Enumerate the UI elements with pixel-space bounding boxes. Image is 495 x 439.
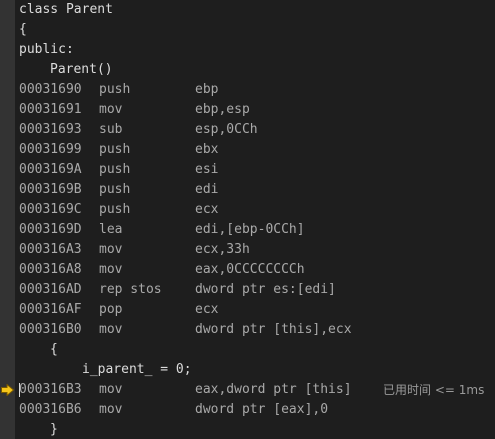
asm-opcode: mov [99, 262, 123, 277]
brace: { [19, 22, 27, 37]
asm-address: 000316B6 [19, 402, 82, 417]
asm-operands: esp,0CCh [195, 122, 258, 137]
asm-operands: dword ptr es:[edi] [195, 282, 336, 297]
asm-address: 000316A3 [19, 242, 82, 257]
asm-opcode: mov [99, 102, 123, 117]
asm-opcode: push [99, 202, 131, 217]
asm-opcode: lea [99, 222, 123, 237]
asm-address: 0003169C [19, 202, 82, 217]
asm-line[interactable]: 000316A3 mov ecx,33h [19, 240, 495, 260]
asm-operands: ecx [195, 202, 219, 217]
asm-opcode: pop [99, 302, 123, 317]
asm-opcode: mov [99, 322, 123, 337]
asm-line[interactable]: 000316B0 mov dword ptr [this],ecx [19, 320, 495, 340]
asm-address: 0003169A [19, 162, 82, 177]
asm-address: 000316B3 [19, 382, 82, 397]
asm-address: 0003169D [19, 222, 82, 237]
asm-operands: ecx,33h [195, 242, 250, 257]
asm-opcode: push [99, 162, 131, 177]
source-line: } [19, 420, 495, 439]
asm-address: 000316AD [19, 282, 82, 297]
asm-opcode: sub [99, 122, 123, 137]
class-declaration: class Parent [19, 2, 113, 17]
asm-line[interactable]: 00031690 push ebp [19, 80, 495, 100]
asm-line[interactable]: 00031699 push ebx [19, 140, 495, 160]
asm-address: 000316A8 [19, 262, 82, 277]
asm-line[interactable]: 0003169D lea edi,[ebp-0CCh] [19, 220, 495, 240]
asm-operands: ebx [195, 142, 219, 157]
source-line: { [19, 340, 495, 360]
asm-address: 0003169B [19, 182, 82, 197]
asm-operands: eax,0CCCCCCCCh [195, 262, 305, 277]
asm-operands: ebp,esp [195, 102, 250, 117]
asm-opcode: push [99, 182, 131, 197]
asm-operands: ecx [195, 302, 219, 317]
asm-operands: edi [195, 182, 219, 197]
asm-opcode: rep stos [99, 282, 162, 297]
asm-opcode: mov [99, 402, 123, 417]
source-line: i_parent_ = 0; [19, 360, 495, 380]
asm-opcode: push [99, 82, 131, 97]
asm-operands: ebp [195, 82, 219, 97]
asm-line[interactable]: 000316A8 mov eax,0CCCCCCCCh [19, 260, 495, 280]
asm-line[interactable]: 000316AD rep stos dword ptr es:[edi] [19, 280, 495, 300]
access-specifier: public: [19, 42, 74, 57]
source-line: class Parent [19, 0, 495, 20]
source-statement: i_parent_ = 0; [82, 362, 192, 377]
asm-line[interactable]: 00031691 mov ebp,esp [19, 100, 495, 120]
asm-line[interactable]: 000316B6 mov dword ptr [eax],0 [19, 400, 495, 420]
asm-address: 000316AF [19, 302, 82, 317]
asm-address: 000316B0 [19, 322, 82, 337]
asm-address: 00031699 [19, 142, 82, 157]
brace: { [50, 342, 58, 357]
brace: } [50, 422, 58, 437]
source-line: { [19, 20, 495, 40]
asm-line[interactable]: 00031693 sub esp,0CCh [19, 120, 495, 140]
asm-address: 00031690 [19, 82, 82, 97]
current-asm-line[interactable]: 000316B3 mov eax,dword ptr [this] 已用时间 <= 1… [19, 380, 495, 400]
asm-operands: edi,[ebp-0CCh] [195, 222, 305, 237]
asm-line[interactable]: 0003169A push esi [19, 160, 495, 180]
source-line: Parent() [19, 60, 495, 80]
elapsed-time-hint[interactable]: 已用时间 <= 1ms [383, 380, 484, 400]
asm-operands: esi [195, 162, 219, 177]
asm-line[interactable]: 0003169B push edi [19, 180, 495, 200]
asm-address: 00031693 [19, 122, 82, 137]
constructor-signature: Parent() [50, 62, 113, 77]
asm-opcode: mov [99, 242, 123, 257]
code-lines: class Parent { public: Parent() 00031690… [19, 0, 495, 439]
asm-address: 00031691 [19, 102, 82, 117]
asm-opcode: mov [99, 382, 123, 397]
source-line: public: [19, 40, 495, 60]
disassembly-window: class Parent { public: Parent() 00031690… [0, 0, 495, 439]
asm-operands: dword ptr [eax],0 [195, 402, 329, 417]
instruction-pointer-arrow-icon [1, 384, 14, 396]
breakpoint-gutter[interactable] [0, 0, 15, 439]
asm-operands: dword ptr [this],ecx [195, 322, 352, 337]
asm-line[interactable]: 0003169C push ecx [19, 200, 495, 220]
asm-line[interactable]: 000316AF pop ecx [19, 300, 495, 320]
asm-operands: eax,dword ptr [this] [195, 382, 352, 397]
asm-opcode: push [99, 142, 131, 157]
